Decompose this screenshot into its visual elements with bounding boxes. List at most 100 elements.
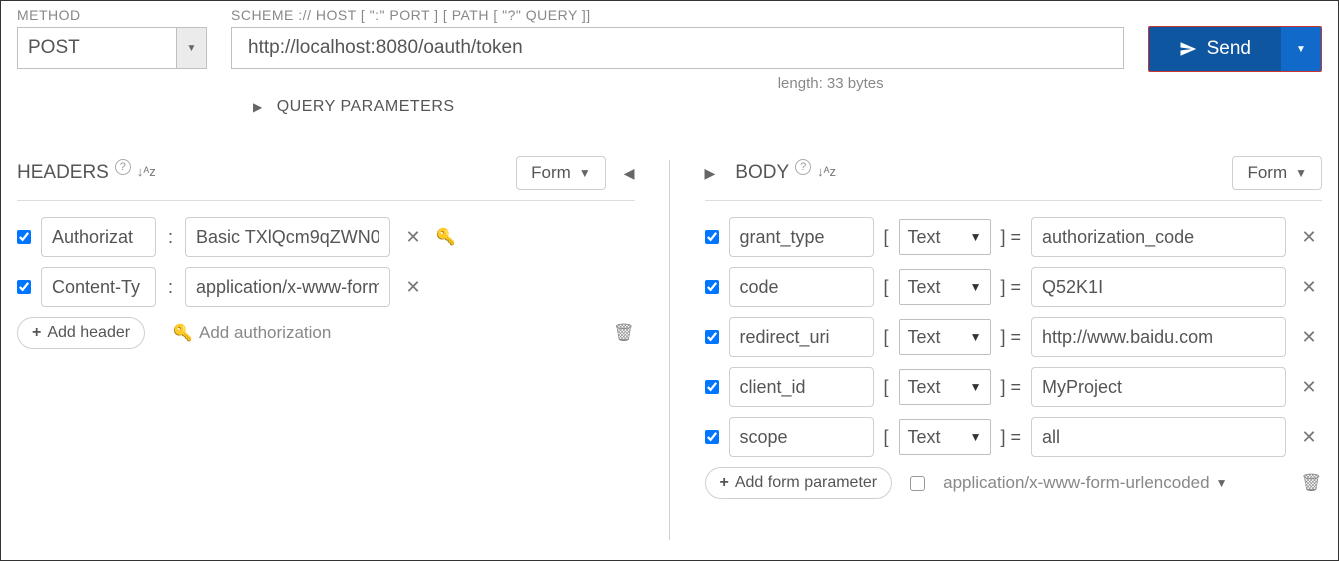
body-view-select[interactable]: Form ▼: [1232, 156, 1322, 190]
param-enable-checkbox[interactable]: [705, 230, 719, 244]
header-value-input[interactable]: [185, 267, 390, 307]
param-type-select[interactable]: Text▼: [899, 269, 991, 305]
header-enable-checkbox[interactable]: [17, 280, 31, 294]
param-enable-checkbox[interactable]: [705, 430, 719, 444]
bracket-open: [: [884, 327, 889, 348]
param-enable-checkbox[interactable]: [705, 330, 719, 344]
body-param-row: [ Text▼ ] = ✕: [705, 217, 1323, 257]
param-type-select[interactable]: Text▼: [899, 219, 991, 255]
query-parameters-label[interactable]: QUERY PARAMETERS: [277, 98, 455, 116]
body-param-row: [ Text▼ ] = ✕: [705, 267, 1323, 307]
key-icon: 🔑: [173, 323, 193, 343]
add-form-parameter-button[interactable]: + Add form parameter: [705, 467, 893, 499]
param-enable-checkbox[interactable]: [705, 280, 719, 294]
header-row: : ✕ 🔑: [17, 217, 635, 257]
chevron-down-icon: ▼: [1216, 476, 1228, 490]
headers-view-select[interactable]: Form ▼: [516, 156, 606, 190]
header-name-input[interactable]: [41, 267, 156, 307]
body-param-row: [ Text▼ ] = ✕: [705, 317, 1323, 357]
plus-icon: +: [32, 324, 41, 342]
chevron-down-icon: ▼: [1296, 44, 1306, 55]
sort-icon[interactable]: ↓ᴬᴢ: [137, 164, 156, 179]
param-type-select[interactable]: Text▼: [899, 369, 991, 405]
expand-query-params-icon[interactable]: ▶: [253, 100, 263, 114]
remove-param-icon[interactable]: ✕: [1296, 377, 1322, 398]
param-value-input[interactable]: [1031, 217, 1286, 257]
chevron-down-icon: ▼: [970, 230, 982, 244]
chevron-down-icon: ▼: [970, 330, 982, 344]
add-authorization-link[interactable]: 🔑 Add authorization: [173, 323, 331, 343]
collapse-headers-icon[interactable]: ◀: [624, 165, 635, 182]
colon-separator: :: [166, 227, 175, 248]
bracket-open: [: [884, 277, 889, 298]
body-title: BODY: [735, 162, 789, 184]
add-header-button[interactable]: + Add header: [17, 317, 145, 349]
bracket-close-eq: ] =: [1001, 327, 1022, 348]
panel-divider: [669, 160, 670, 540]
method-select[interactable]: POST ▼: [17, 27, 207, 69]
header-enable-checkbox[interactable]: [17, 230, 31, 244]
headers-view-label: Form: [531, 163, 571, 183]
add-form-parameter-label: Add form parameter: [735, 474, 877, 492]
param-name-input[interactable]: [729, 417, 874, 457]
help-icon[interactable]: ?: [795, 159, 811, 175]
header-row: : ✕: [17, 267, 635, 307]
param-name-input[interactable]: [729, 267, 874, 307]
param-name-input[interactable]: [729, 367, 874, 407]
delete-body-icon[interactable]: 🗑: [1300, 473, 1322, 493]
bracket-close-eq: ] =: [1001, 277, 1022, 298]
chevron-down-icon: ▼: [1295, 166, 1307, 180]
param-value-input[interactable]: [1031, 317, 1286, 357]
delete-headers-icon[interactable]: 🗑: [613, 323, 635, 343]
content-type-label: application/x-www-form-urlencoded: [943, 473, 1209, 493]
send-button[interactable]: Send ▼: [1148, 26, 1322, 72]
chevron-down-icon: ▼: [187, 43, 197, 54]
headers-title: HEADERS: [17, 162, 109, 184]
param-enable-checkbox[interactable]: [705, 380, 719, 394]
chevron-down-icon: ▼: [970, 380, 982, 394]
paper-plane-icon: [1179, 40, 1197, 58]
content-type-checkbox[interactable]: [910, 476, 925, 491]
url-input[interactable]: [231, 27, 1124, 69]
bracket-close-eq: ] =: [1001, 427, 1022, 448]
chevron-down-icon: ▼: [970, 280, 982, 294]
remove-param-icon[interactable]: ✕: [1296, 327, 1322, 348]
add-authorization-label: Add authorization: [199, 323, 331, 343]
header-name-input[interactable]: [41, 217, 156, 257]
param-type-select[interactable]: Text▼: [899, 319, 991, 355]
bracket-open: [: [884, 377, 889, 398]
collapse-body-icon[interactable]: ▶: [705, 165, 716, 182]
length-text: length: 33 bytes: [231, 75, 1124, 92]
chevron-down-icon: ▼: [579, 166, 591, 180]
bracket-close-eq: ] =: [1001, 227, 1022, 248]
bracket-open: [: [884, 227, 889, 248]
param-value-input[interactable]: [1031, 367, 1286, 407]
param-type-select[interactable]: Text▼: [899, 419, 991, 455]
method-dropdown-toggle[interactable]: ▼: [176, 28, 206, 68]
plus-icon: +: [720, 474, 729, 492]
param-name-input[interactable]: [729, 317, 874, 357]
send-dropdown-toggle[interactable]: ▼: [1281, 27, 1321, 71]
remove-param-icon[interactable]: ✕: [1296, 277, 1322, 298]
magnify-key-icon[interactable]: 🔑: [436, 227, 456, 247]
remove-param-icon[interactable]: ✕: [1296, 427, 1322, 448]
bracket-open: [: [884, 427, 889, 448]
method-value: POST: [18, 28, 176, 68]
body-param-row: [ Text▼ ] = ✕: [705, 367, 1323, 407]
remove-param-icon[interactable]: ✕: [1296, 227, 1322, 248]
help-icon[interactable]: ?: [115, 159, 131, 175]
param-value-input[interactable]: [1031, 267, 1286, 307]
method-label: METHOD: [17, 7, 207, 23]
remove-header-icon[interactable]: ✕: [400, 227, 426, 248]
content-type-select[interactable]: application/x-www-form-urlencoded ▼: [943, 473, 1227, 493]
url-label: SCHEME :// HOST [ ":" PORT ] [ PATH [ "?…: [231, 7, 1124, 23]
param-name-input[interactable]: [729, 217, 874, 257]
body-param-row: [ Text▼ ] = ✕: [705, 417, 1323, 457]
sort-icon[interactable]: ↓ᴬᴢ: [817, 164, 836, 179]
remove-header-icon[interactable]: ✕: [400, 277, 426, 298]
param-value-input[interactable]: [1031, 417, 1286, 457]
bracket-close-eq: ] =: [1001, 377, 1022, 398]
body-view-label: Form: [1247, 163, 1287, 183]
chevron-down-icon: ▼: [970, 430, 982, 444]
header-value-input[interactable]: [185, 217, 390, 257]
